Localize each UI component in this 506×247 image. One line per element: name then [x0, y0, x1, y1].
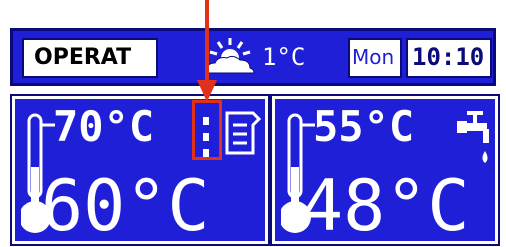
hot-water-panel: 55°C 48°C	[270, 94, 500, 247]
tap-icon	[457, 111, 489, 163]
boiler-preset-temperature: 70°C	[53, 102, 155, 151]
clock-time: 10:10	[412, 43, 485, 71]
hot-water-preset-temperature: 55°C	[313, 102, 415, 151]
mode-label: OPERAT	[34, 45, 132, 70]
controller-screen: OPERAT 1°C Mon 10:10 70°C 60°C 55°C 48°C	[0, 0, 506, 247]
boiler-panel: 70°C 60°C	[10, 94, 270, 247]
annotation-highlight-box	[192, 100, 222, 160]
outdoor-temperature: 1°C	[262, 43, 306, 71]
hot-water-actual-temperature: 48°C	[301, 165, 470, 247]
annotation-arrow-icon	[197, 0, 217, 102]
boiler-actual-temperature: 60°C	[41, 165, 210, 247]
boiler-icon	[225, 111, 262, 155]
day-label: Mon	[352, 45, 395, 69]
